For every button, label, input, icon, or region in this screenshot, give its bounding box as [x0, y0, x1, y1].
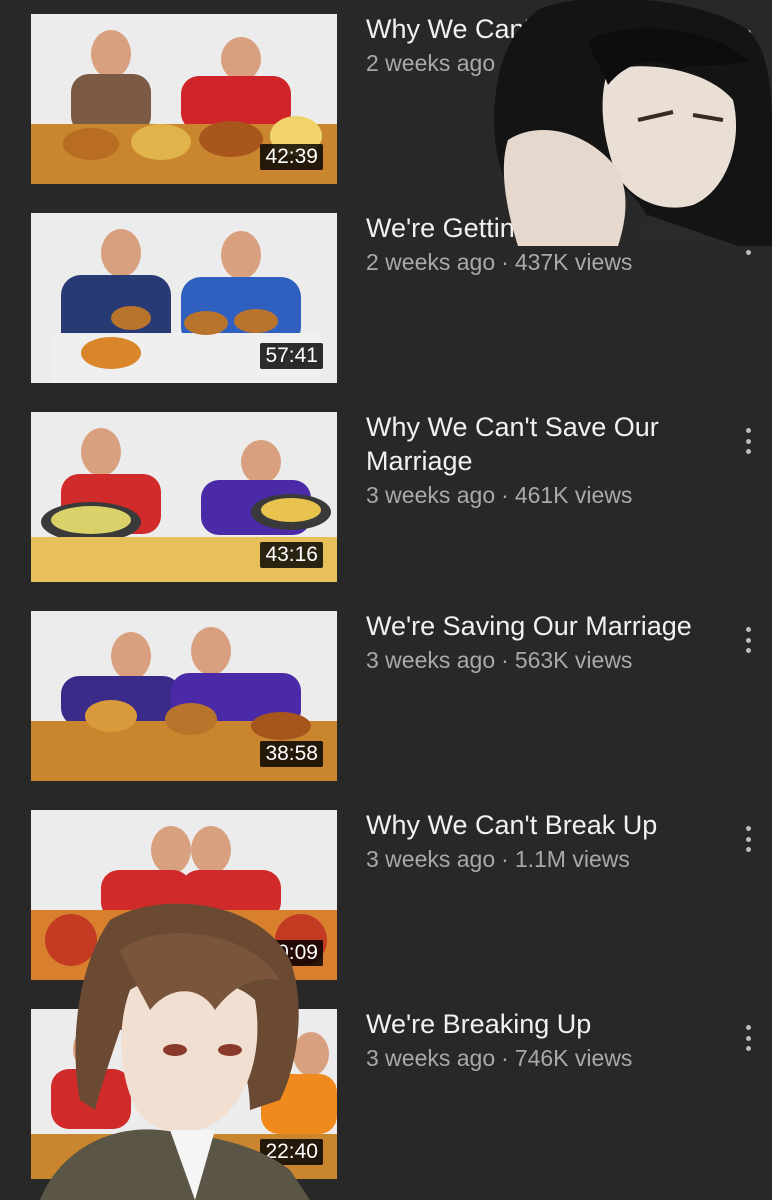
more-vert-icon[interactable] [738, 225, 758, 259]
video-meta: We're Saving Our Marriage 3 weeks ago · 56… [366, 609, 706, 675]
video-meta: Why We Can't Break Up 3 weeks ago · 1.1M v… [366, 808, 706, 874]
more-vert-icon[interactable] [738, 26, 758, 60]
video-age: 3 weeks ago [366, 647, 496, 673]
video-subtitle: 3 weeks ago · 461K views [366, 480, 706, 510]
video-thumbnail[interactable]: 30:09 [31, 810, 337, 980]
video-item[interactable]: 22:40 We're Breaking Up 3 weeks ago · 746K… [0, 995, 772, 1193]
video-subtitle: 2 weeks ago · 437K views [366, 247, 706, 277]
video-title[interactable]: We're Breaking Up [366, 1007, 706, 1041]
video-duration: 57:41 [260, 343, 323, 369]
video-age: 3 weeks ago [366, 482, 496, 508]
video-age: 3 weeks ago [366, 846, 496, 872]
video-views: 1.1M views [514, 846, 630, 872]
separator-dot: · [501, 846, 509, 872]
video-subtitle: 3 weeks ago · 1.1M views [366, 844, 706, 874]
video-views: 746K views [514, 1045, 633, 1071]
video-duration: 43:16 [260, 542, 323, 568]
video-title[interactable]: Why We Can't Save Our Marriage [366, 410, 706, 478]
video-subtitle: 3 weeks ago · 746K views [366, 1043, 706, 1073]
video-thumbnail[interactable]: 43:16 [31, 412, 337, 582]
video-age: 2 weeks ago [366, 50, 496, 76]
video-views: 563K views [514, 647, 633, 673]
video-subtitle: 3 weeks ago · 563K views [366, 645, 706, 675]
video-title[interactable]: We're Saving Our Marriage [366, 609, 706, 643]
video-meta: Why We Can't Save Our Marriage 3 weeks a… [366, 410, 706, 510]
video-title[interactable]: Why We Can't Get Help [366, 12, 706, 46]
video-views: 461K views [514, 482, 633, 508]
video-views: 403K views [514, 50, 633, 76]
video-thumbnail[interactable]: 57:41 [31, 213, 337, 383]
video-duration: 38:58 [260, 741, 323, 767]
video-list: 42:39 Why We Can't Get Help 2 weeks ago ·… [0, 0, 772, 1200]
video-title[interactable]: We're Getting Help [366, 211, 706, 245]
video-item[interactable]: 42:39 Why We Can't Get Help 2 weeks ago ·… [0, 0, 772, 198]
separator-dot: · [501, 50, 509, 76]
video-item[interactable]: 43:16 Why We Can't Save Our Marriage 3 w… [0, 398, 772, 596]
video-views: 437K views [514, 249, 633, 275]
video-thumbnail[interactable]: 42:39 [31, 14, 337, 184]
separator-dot: · [501, 647, 509, 673]
more-vert-icon[interactable] [738, 822, 758, 856]
video-subtitle: 2 weeks ago · 403K views [366, 48, 706, 78]
video-meta: We're Getting Help 2 weeks ago · 437K view… [366, 211, 706, 277]
more-vert-icon[interactable] [738, 424, 758, 458]
video-item[interactable]: 57:41 We're Getting Help 2 weeks ago · 437… [0, 199, 772, 397]
video-thumbnail[interactable]: 22:40 [31, 1009, 337, 1179]
video-duration: 30:09 [260, 940, 323, 966]
separator-dot: · [501, 249, 509, 275]
video-item[interactable]: 38:58 We're Saving Our Marriage 3 weeks … [0, 597, 772, 795]
more-vert-icon[interactable] [738, 623, 758, 657]
video-age: 2 weeks ago [366, 249, 496, 275]
separator-dot: · [501, 1045, 509, 1071]
separator-dot: · [501, 482, 509, 508]
video-title[interactable]: Why We Can't Break Up [366, 808, 706, 842]
video-meta: We're Breaking Up 3 weeks ago · 746K views [366, 1007, 706, 1073]
more-vert-icon[interactable] [738, 1021, 758, 1055]
video-thumbnail[interactable]: 38:58 [31, 611, 337, 781]
video-duration: 42:39 [260, 144, 323, 170]
video-age: 3 weeks ago [366, 1045, 496, 1071]
video-meta: Why We Can't Get Help 2 weeks ago · 403K v… [366, 12, 706, 78]
video-duration: 22:40 [260, 1139, 323, 1165]
video-item[interactable]: 30:09 Why We Can't Break Up 3 weeks ago ·… [0, 796, 772, 994]
